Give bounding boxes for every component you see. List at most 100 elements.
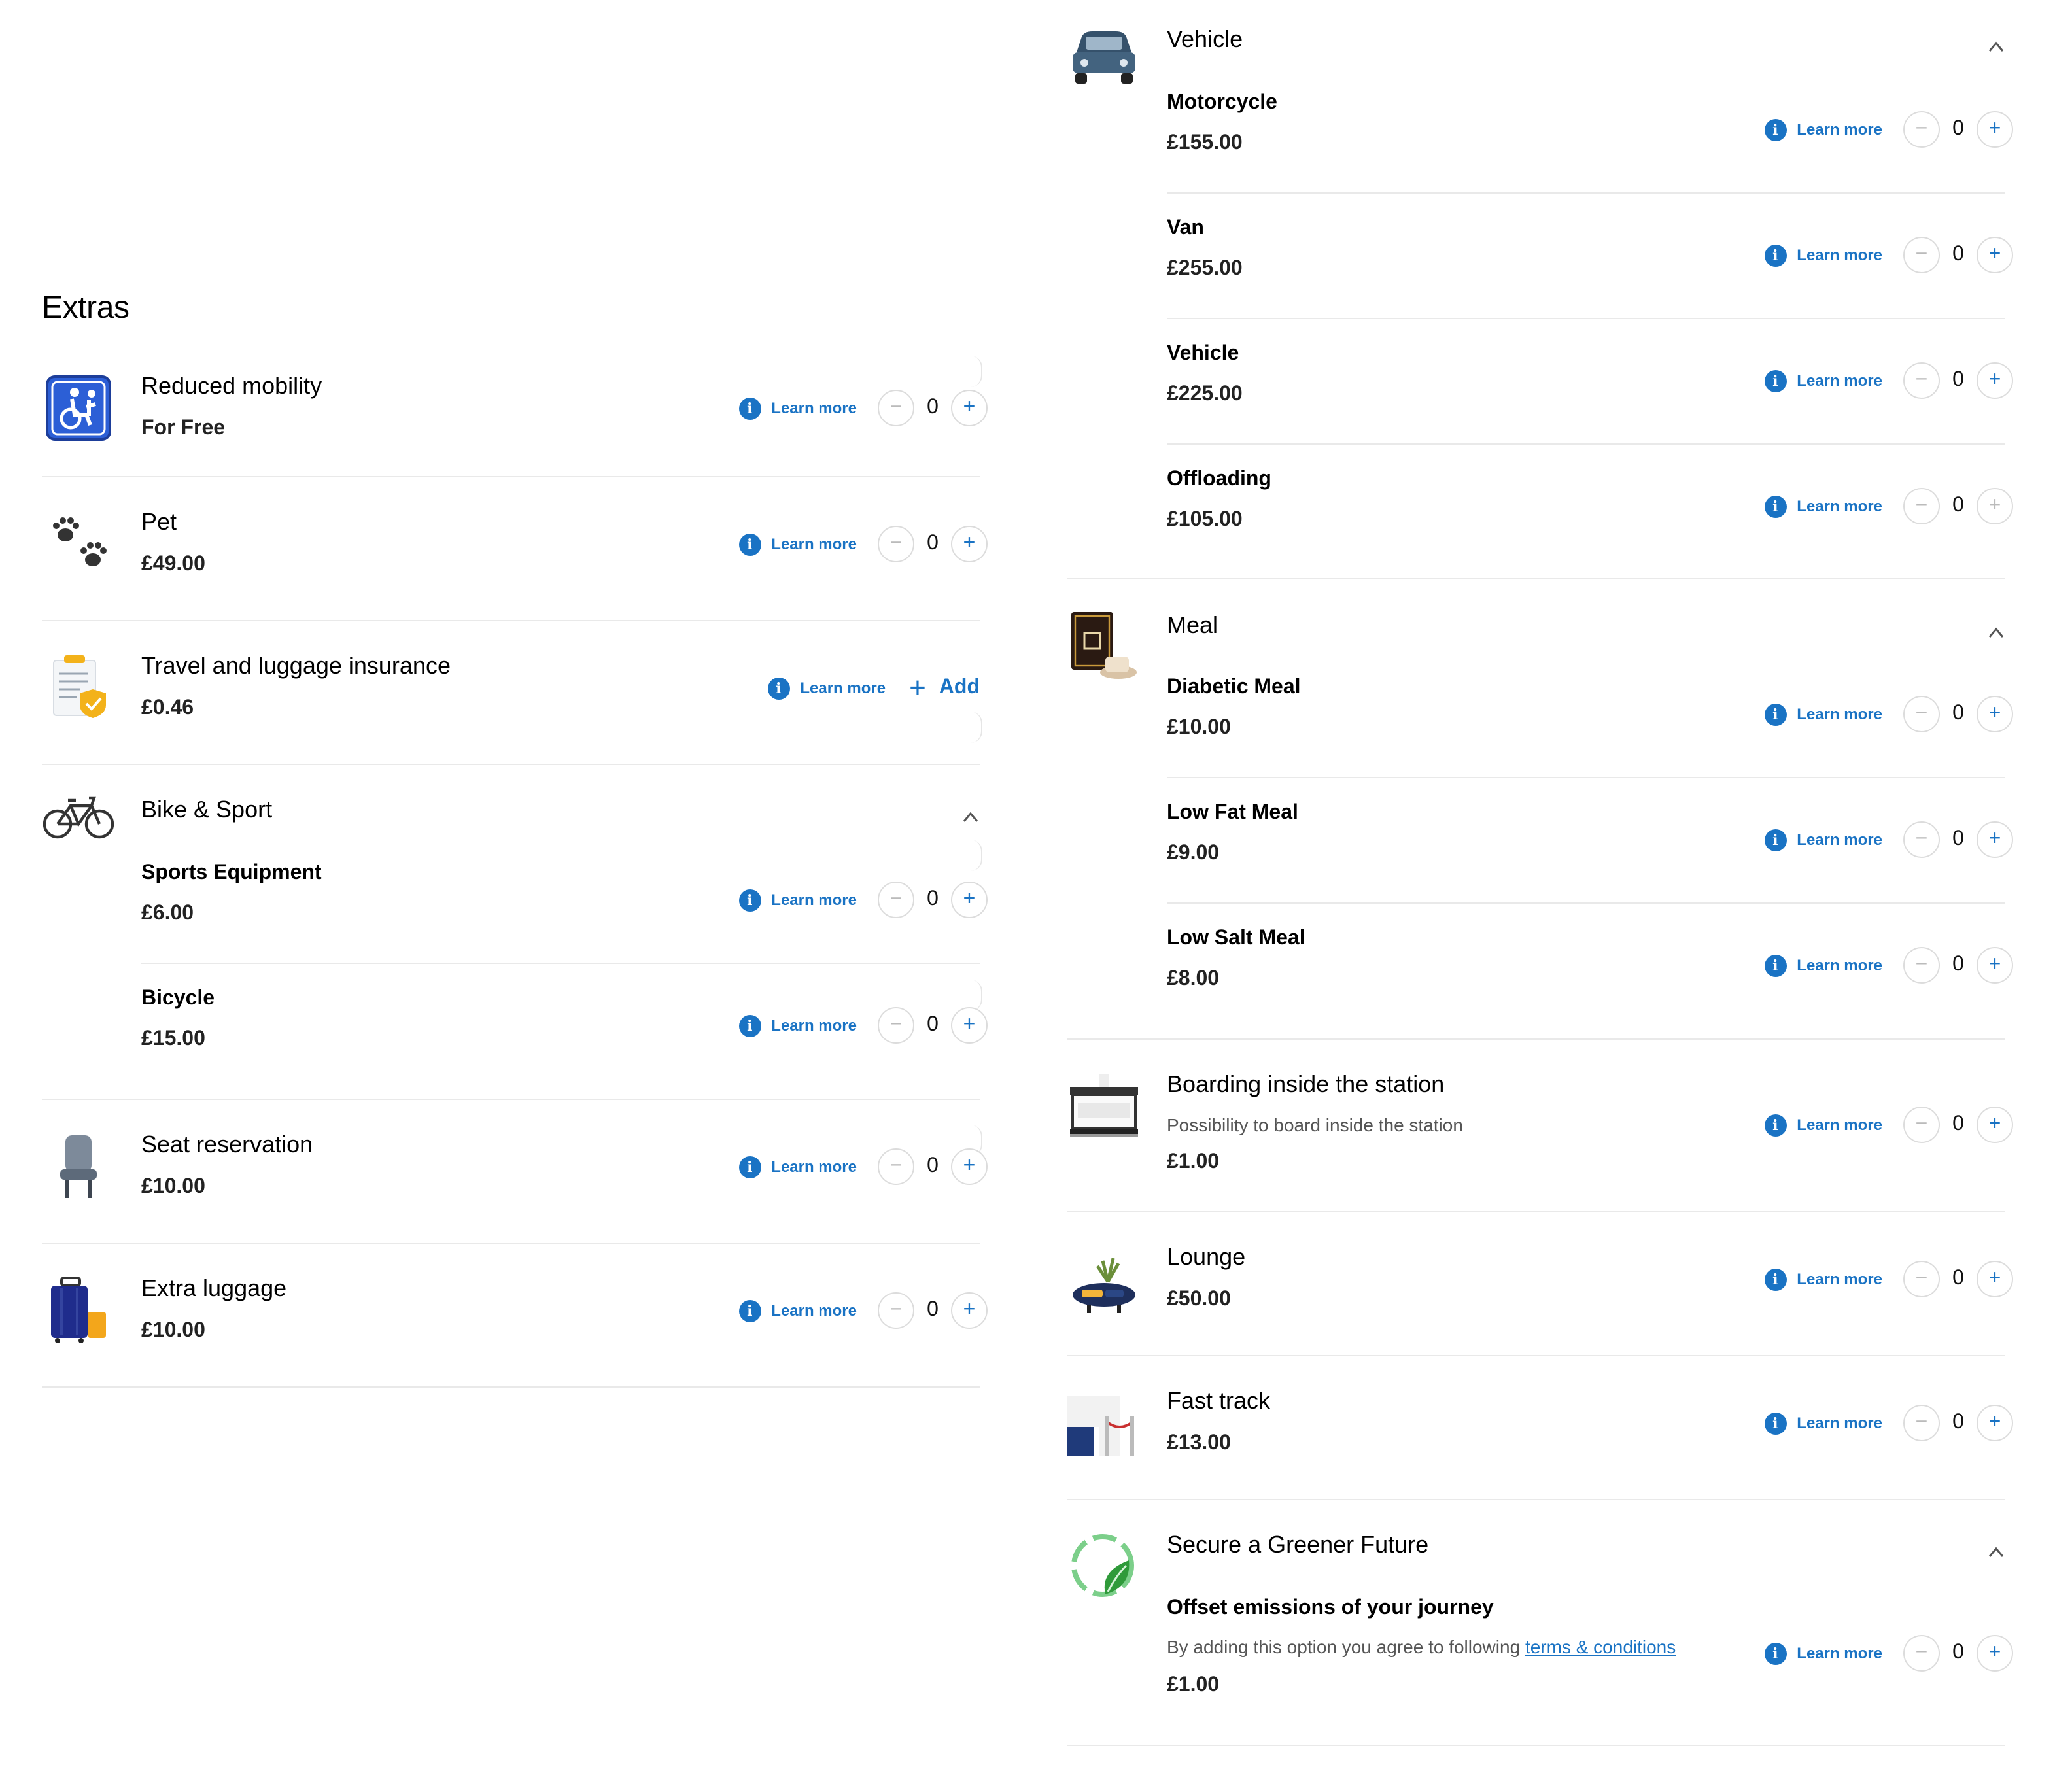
increment-button[interactable]: + — [951, 390, 988, 426]
learn-more-link[interactable]: i Learn more — [738, 889, 857, 911]
low-salt-meal-controls: i Learn more − 0 + — [1764, 943, 2013, 987]
info-icon: i — [1764, 1114, 1787, 1136]
increment-button[interactable]: + — [951, 526, 988, 562]
learn-more-link[interactable]: i Learn more — [1764, 369, 1882, 392]
boarding-controls: i Learn more − 0 + — [1764, 1103, 2013, 1147]
increment-button[interactable]: + — [951, 1148, 988, 1185]
quantity-value: 0 — [1952, 1113, 1964, 1135]
quantity-value: 0 — [1952, 243, 1964, 266]
learn-more-link[interactable]: i Learn more — [1764, 118, 1882, 141]
learn-more-link[interactable]: i Learn more — [1764, 1412, 1882, 1434]
info-icon: i — [738, 1156, 761, 1178]
learn-more-link[interactable]: i Learn more — [1764, 1114, 1882, 1136]
decrement-button[interactable]: − — [1903, 488, 1940, 524]
insurance-title: Travel and luggage insurance — [141, 653, 451, 679]
increment-button[interactable]: + — [951, 882, 988, 918]
increment-button[interactable]: + — [1977, 1261, 2013, 1297]
decrement-button[interactable]: − — [1903, 1635, 1940, 1672]
increment-button[interactable]: + — [1977, 362, 2013, 399]
info-icon: i — [1764, 244, 1787, 266]
scroll-edge — [971, 356, 982, 387]
diabetic-meal-controls: i Learn more − 0 + — [1764, 692, 2013, 736]
learn-more-link[interactable]: i Learn more — [767, 677, 886, 699]
scroll-edge — [971, 840, 982, 871]
sports-equipment-price: £6.00 — [141, 902, 194, 925]
lounge-title: Lounge — [1167, 1244, 1246, 1270]
offset-emissions-price: £1.00 — [1167, 1674, 1220, 1696]
decrement-button[interactable]: − — [878, 526, 914, 562]
increment-button[interactable]: + — [1977, 1635, 2013, 1672]
learn-more-label: Learn more — [771, 1016, 857, 1035]
decrement-button[interactable]: − — [878, 882, 914, 918]
extra-luggage: Extra luggage £10.00 i Learn more − 0 + — [42, 1243, 988, 1388]
quantity-stepper: − 0 + — [1903, 1107, 2013, 1143]
learn-more-link[interactable]: i Learn more — [1764, 829, 1882, 851]
add-insurance-button[interactable]: + Add — [909, 671, 980, 705]
increment-button[interactable]: + — [1977, 1405, 2013, 1441]
decrement-button[interactable]: − — [1903, 1107, 1940, 1143]
increment-button[interactable]: + — [1977, 237, 2013, 273]
low-salt-meal-name: Low Salt Meal — [1167, 927, 1305, 950]
diabetic-meal-price: £10.00 — [1167, 717, 1231, 739]
increment-button[interactable]: + — [1977, 696, 2013, 732]
increment-button[interactable]: + — [1977, 488, 2013, 524]
suitcase-icon — [42, 1274, 115, 1347]
quantity-value: 0 — [1952, 953, 1964, 976]
learn-more-link[interactable]: i Learn more — [738, 397, 857, 419]
info-icon: i — [1764, 369, 1787, 392]
collapse-chevron-icon[interactable] — [1987, 38, 2005, 56]
quantity-value: 0 — [927, 1299, 939, 1321]
increment-button[interactable]: + — [1977, 1107, 2013, 1143]
quantity-value: 0 — [1952, 494, 1964, 517]
increment-button[interactable]: + — [951, 1007, 988, 1044]
quantity-stepper: − 0 + — [878, 1292, 988, 1329]
learn-more-link[interactable]: i Learn more — [738, 1156, 857, 1178]
learn-more-link[interactable]: i Learn more — [1764, 1268, 1882, 1290]
decrement-button[interactable]: − — [1903, 362, 1940, 399]
decrement-button[interactable]: − — [878, 1148, 914, 1185]
decrement-button[interactable]: − — [878, 1007, 914, 1044]
collapse-chevron-icon[interactable] — [1987, 1543, 2005, 1562]
quantity-stepper: − 0 + — [1903, 362, 2013, 399]
learn-more-label: Learn more — [771, 891, 857, 909]
collapse-chevron-icon[interactable] — [1987, 624, 2005, 642]
plus-icon: + — [909, 671, 926, 704]
learn-more-link[interactable]: i Learn more — [738, 1299, 857, 1322]
learn-more-label: Learn more — [1797, 831, 1882, 849]
decrement-button[interactable]: − — [878, 1292, 914, 1329]
quantity-stepper: − 0 + — [1903, 488, 2013, 524]
learn-more-label: Learn more — [1797, 956, 1882, 974]
terms-link[interactable]: terms & conditions — [1525, 1636, 1676, 1657]
decrement-button[interactable]: − — [1903, 111, 1940, 148]
decrement-button[interactable]: − — [1903, 237, 1940, 273]
motorcycle-price: £155.00 — [1167, 132, 1243, 154]
quantity-value: 0 — [927, 1155, 939, 1177]
collapse-chevron-icon[interactable] — [961, 808, 980, 827]
quantity-stepper: − 0 + — [878, 390, 988, 426]
learn-more-link[interactable]: i Learn more — [1764, 1642, 1882, 1664]
learn-more-link[interactable]: i Learn more — [1764, 244, 1882, 266]
increment-button[interactable]: + — [1977, 821, 2013, 858]
extra-insurance: Travel and luggage insurance £0.46 i Lear… — [42, 620, 982, 765]
pet-controls: i Learn more − 0 + — [738, 522, 988, 566]
increment-button[interactable]: + — [1977, 947, 2013, 984]
learn-more-link[interactable]: i Learn more — [1764, 954, 1882, 976]
learn-more-link[interactable]: i Learn more — [1764, 495, 1882, 517]
decrement-button[interactable]: − — [1903, 1261, 1940, 1297]
quantity-stepper: − 0 + — [878, 1007, 988, 1044]
quantity-value: 0 — [927, 1014, 939, 1036]
divider — [1167, 777, 2005, 778]
add-label: Add — [939, 676, 980, 698]
learn-more-link[interactable]: i Learn more — [738, 533, 857, 555]
learn-more-link[interactable]: i Learn more — [738, 1014, 857, 1037]
decrement-button[interactable]: − — [1903, 947, 1940, 984]
quantity-value: 0 — [1952, 369, 1964, 391]
decrement-button[interactable]: − — [1903, 696, 1940, 732]
increment-button[interactable]: + — [951, 1292, 988, 1329]
learn-more-label: Learn more — [771, 1158, 857, 1176]
increment-button[interactable]: + — [1977, 111, 2013, 148]
learn-more-link[interactable]: i Learn more — [1764, 703, 1882, 725]
decrement-button[interactable]: − — [1903, 1405, 1940, 1441]
decrement-button[interactable]: − — [878, 390, 914, 426]
decrement-button[interactable]: − — [1903, 821, 1940, 858]
